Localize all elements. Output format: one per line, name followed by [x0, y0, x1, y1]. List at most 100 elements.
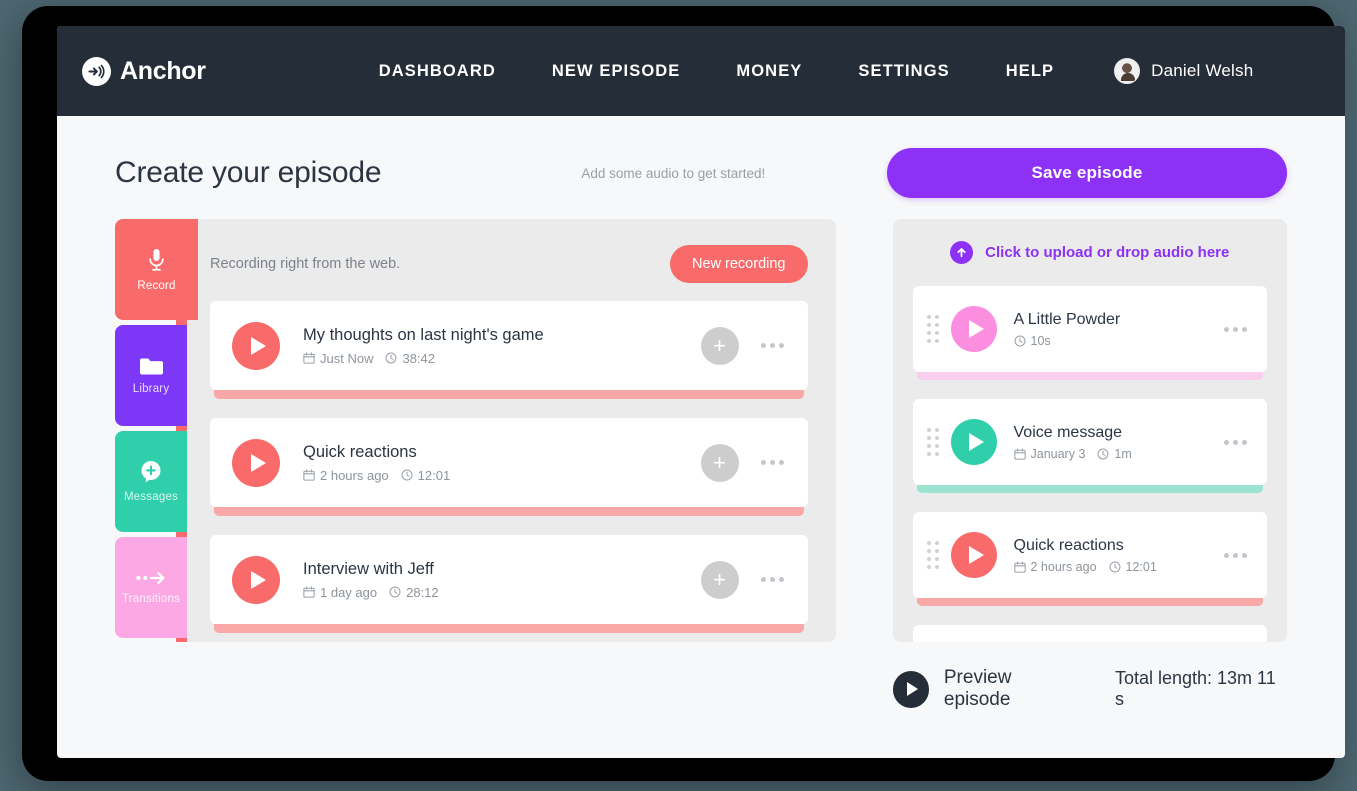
folder-icon: [139, 356, 164, 376]
preview-episode-button[interactable]: Preview episode: [892, 667, 1081, 711]
recording-duration: 28:12: [406, 584, 439, 600]
message-plus-icon: [139, 460, 164, 484]
user-menu[interactable]: Daniel Welsh: [1114, 58, 1253, 84]
recording-duration: 38:42: [402, 350, 436, 366]
recording-title: Quick reactions: [303, 442, 417, 461]
episode-date: 2 hours ago: [1030, 559, 1097, 574]
episode-date: January 3: [1030, 446, 1086, 461]
recording-row[interactable]: Interview with Jeff 1 day ago 28:12 +: [204, 535, 808, 633]
calendar-icon: [303, 352, 315, 364]
episode-options-button[interactable]: [1222, 321, 1249, 338]
recording-options-button[interactable]: [759, 337, 786, 354]
tab-transitions[interactable]: Transitions: [115, 537, 187, 638]
nav-link-money[interactable]: MONEY: [708, 62, 830, 81]
recordings-heading: Recording right from the web.: [210, 256, 401, 272]
arrow-right-icon: [136, 570, 166, 586]
recordings-panel-header: Recording right from the web. New record…: [204, 245, 808, 283]
episode-accent-bar: [916, 485, 1263, 493]
episode-accent-bar: [916, 372, 1263, 380]
add-to-episode-button[interactable]: +: [700, 560, 739, 599]
recording-date: Just Now: [320, 350, 374, 366]
episode-panel: Click to upload or drop audio here A Lit…: [892, 219, 1287, 642]
save-episode-button[interactable]: Save episode: [887, 148, 1287, 198]
play-button[interactable]: [232, 555, 280, 604]
episode-duration: 1m: [1114, 446, 1132, 461]
recording-meta: Just Now 38:42: [303, 351, 544, 366]
recordings-column: Record Library Messages Transitions Reco…: [115, 219, 836, 642]
recording-accent-bar: [214, 507, 804, 516]
clock-icon: [1014, 335, 1026, 347]
clock-icon: [1109, 561, 1121, 573]
episode-item-partial[interactable]: [912, 625, 1267, 642]
play-button[interactable]: [950, 532, 997, 578]
nav-link-dashboard[interactable]: DASHBOARD: [351, 62, 524, 81]
recordings-panel: Recording right from the web. New record…: [176, 219, 836, 642]
recording-options-button[interactable]: [759, 571, 786, 588]
app-window: Anchor DASHBOARD NEW EPISODE MONEY SETTI…: [57, 26, 1345, 758]
source-tabs: Record Library Messages Transitions: [115, 219, 198, 642]
new-recording-button[interactable]: New recording: [670, 245, 808, 283]
episode-title: Voice message: [1013, 423, 1123, 441]
clock-icon: [1097, 448, 1109, 460]
episode-title: A Little Powder: [1013, 310, 1121, 328]
play-button[interactable]: [950, 306, 997, 352]
add-to-episode-button[interactable]: +: [700, 443, 739, 482]
calendar-icon: [303, 469, 315, 481]
add-to-episode-button[interactable]: +: [700, 326, 739, 365]
episode-meta: January 3 1m: [1013, 446, 1132, 461]
preview-episode-label: Preview episode: [943, 667, 1012, 710]
microphone-icon: [148, 248, 165, 273]
recording-date: 1 day ago: [320, 584, 378, 600]
episode-title: Quick reactions: [1013, 536, 1124, 554]
avatar: [1114, 58, 1141, 84]
tab-label-library: Library: [132, 383, 170, 395]
clock-icon: [385, 352, 397, 364]
episode-options-button[interactable]: [1222, 434, 1249, 451]
upload-dropzone[interactable]: Click to upload or drop audio here: [913, 241, 1268, 264]
anchor-logo-icon: [82, 56, 111, 86]
episode-footer: Preview episode Total length: 13m 11 s: [892, 667, 1288, 711]
tab-messages[interactable]: Messages: [115, 431, 187, 532]
tab-record[interactable]: Record: [115, 219, 198, 320]
upload-label: Click to upload or drop audio here: [985, 244, 1230, 261]
episode-item[interactable]: Voice message January 3 1m: [912, 399, 1267, 493]
play-button[interactable]: [950, 419, 997, 465]
upload-arrow-icon: [950, 241, 974, 264]
episode-item[interactable]: Quick reactions 2 hours ago 12:01: [912, 512, 1267, 606]
episode-duration: 12:01: [1125, 559, 1157, 574]
page-hint: Add some audio to get started!: [581, 165, 766, 181]
recording-accent-bar: [214, 390, 804, 399]
drag-handle-icon[interactable]: [926, 428, 939, 456]
brand-name: Anchor: [120, 56, 206, 85]
nav-link-new-episode[interactable]: NEW EPISODE: [524, 62, 709, 81]
episode-duration: 10s: [1030, 333, 1051, 348]
tab-library[interactable]: Library: [115, 325, 187, 426]
nav-link-help[interactable]: HELP: [978, 62, 1082, 81]
recording-row[interactable]: My thoughts on last night's game Just No…: [204, 301, 808, 399]
recording-row[interactable]: Quick reactions 2 hours ago 12:01 +: [204, 418, 808, 516]
page-header: Create your episode Add some audio to ge…: [57, 116, 1345, 198]
nav-link-settings[interactable]: SETTINGS: [830, 62, 977, 81]
brand-logo[interactable]: Anchor: [82, 56, 206, 86]
recording-meta: 1 day ago 28:12: [303, 585, 439, 600]
drag-handle-icon[interactable]: [926, 315, 939, 343]
recording-title: Interview with Jeff: [303, 559, 434, 578]
recording-meta: 2 hours ago 12:01: [303, 468, 450, 483]
episode-item[interactable]: A Little Powder 10s: [912, 286, 1267, 380]
top-navigation-bar: Anchor DASHBOARD NEW EPISODE MONEY SETTI…: [57, 26, 1345, 116]
episode-meta: 2 hours ago 12:01: [1013, 559, 1157, 574]
recording-date: 2 hours ago: [320, 467, 389, 483]
recording-title: My thoughts on last night's game: [303, 325, 544, 344]
episode-options-button[interactable]: [1222, 547, 1249, 564]
tab-label-record: Record: [137, 279, 176, 292]
nav-links: DASHBOARD NEW EPISODE MONEY SETTINGS HEL…: [351, 62, 1082, 81]
recording-accent-bar: [214, 624, 804, 633]
page-title: Create your episode: [115, 156, 382, 189]
play-button[interactable]: [232, 438, 280, 487]
episode-accent-bar: [916, 598, 1263, 606]
tab-label-transitions: Transitions: [121, 593, 180, 605]
recording-options-button[interactable]: [759, 454, 786, 471]
play-button[interactable]: [232, 321, 280, 370]
episode-column: Click to upload or drop audio here A Lit…: [892, 219, 1288, 711]
drag-handle-icon[interactable]: [926, 541, 939, 569]
